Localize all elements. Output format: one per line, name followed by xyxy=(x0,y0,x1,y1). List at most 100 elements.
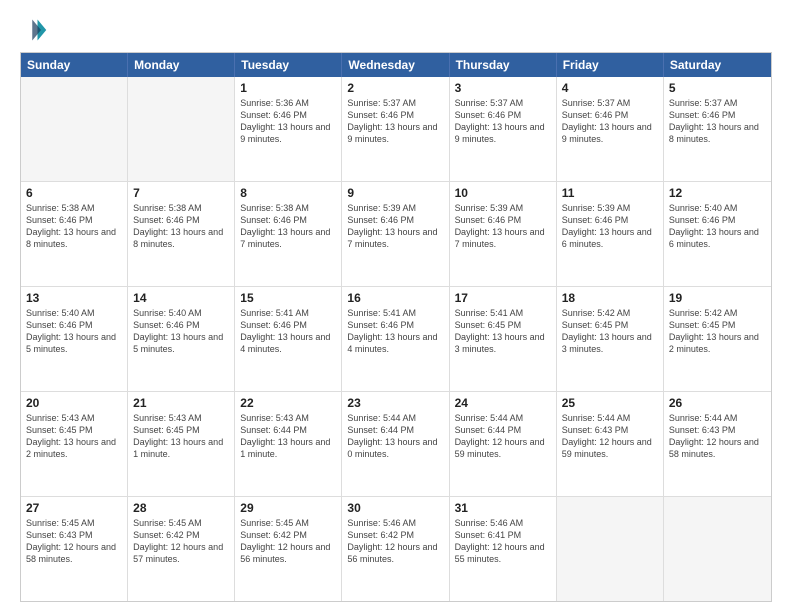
day-number: 10 xyxy=(455,186,551,200)
empty-cell xyxy=(21,77,128,181)
header-day-monday: Monday xyxy=(128,53,235,77)
day-number: 21 xyxy=(133,396,229,410)
empty-cell xyxy=(664,497,771,601)
day-info: Sunrise: 5:38 AM Sunset: 6:46 PM Dayligh… xyxy=(26,202,122,251)
day-info: Sunrise: 5:41 AM Sunset: 6:45 PM Dayligh… xyxy=(455,307,551,356)
day-cell-4: 4 Sunrise: 5:37 AM Sunset: 6:46 PM Daylig… xyxy=(557,77,664,181)
day-info: Sunrise: 5:37 AM Sunset: 6:46 PM Dayligh… xyxy=(562,97,658,146)
day-info: Sunrise: 5:45 AM Sunset: 6:42 PM Dayligh… xyxy=(240,517,336,566)
day-number: 20 xyxy=(26,396,122,410)
day-info: Sunrise: 5:43 AM Sunset: 6:45 PM Dayligh… xyxy=(26,412,122,461)
day-cell-9: 9 Sunrise: 5:39 AM Sunset: 6:46 PM Daylig… xyxy=(342,182,449,286)
day-cell-23: 23Sunrise: 5:44 AM Sunset: 6:44 PM Dayli… xyxy=(342,392,449,496)
day-info: Sunrise: 5:41 AM Sunset: 6:46 PM Dayligh… xyxy=(347,307,443,356)
day-number: 24 xyxy=(455,396,551,410)
day-number: 13 xyxy=(26,291,122,305)
calendar-row-5: 27 Sunrise: 5:45 AM Sunset: 6:43 PM Dayli… xyxy=(21,497,771,601)
day-info: Sunrise: 5:43 AM Sunset: 6:44 PM Dayligh… xyxy=(240,412,336,461)
day-cell-14: 14 Sunrise: 5:40 AM Sunset: 6:46 PM Dayli… xyxy=(128,287,235,391)
day-cell-20: 20 Sunrise: 5:43 AM Sunset: 6:45 PM Dayli… xyxy=(21,392,128,496)
day-cell-13: 13 Sunrise: 5:40 AM Sunset: 6:46 PM Dayli… xyxy=(21,287,128,391)
day-cell-8: 8 Sunrise: 5:38 AM Sunset: 6:46 PM Daylig… xyxy=(235,182,342,286)
day-info: Sunrise: 5:45 AM Sunset: 6:42 PM Dayligh… xyxy=(133,517,229,566)
header-day-friday: Friday xyxy=(557,53,664,77)
day-info: Sunrise: 5:37 AM Sunset: 6:46 PM Dayligh… xyxy=(347,97,443,146)
day-info: Sunrise: 5:39 AM Sunset: 6:46 PM Dayligh… xyxy=(562,202,658,251)
day-number: 5 xyxy=(669,81,766,95)
logo xyxy=(20,16,52,44)
day-cell-15: 15 Sunrise: 5:41 AM Sunset: 6:46 PM Dayli… xyxy=(235,287,342,391)
calendar: SundayMondayTuesdayWednesdayThursdayFrid… xyxy=(20,52,772,602)
day-cell-10: 10Sunrise: 5:39 AM Sunset: 6:46 PM Dayli… xyxy=(450,182,557,286)
day-cell-18: 18Sunrise: 5:42 AM Sunset: 6:45 PM Dayli… xyxy=(557,287,664,391)
day-cell-17: 17Sunrise: 5:41 AM Sunset: 6:45 PM Dayli… xyxy=(450,287,557,391)
day-number: 27 xyxy=(26,501,122,515)
day-cell-5: 5 Sunrise: 5:37 AM Sunset: 6:46 PM Daylig… xyxy=(664,77,771,181)
header xyxy=(20,16,772,44)
day-info: Sunrise: 5:46 AM Sunset: 6:42 PM Dayligh… xyxy=(347,517,443,566)
day-info: Sunrise: 5:40 AM Sunset: 6:46 PM Dayligh… xyxy=(133,307,229,356)
day-cell-6: 6 Sunrise: 5:38 AM Sunset: 6:46 PM Daylig… xyxy=(21,182,128,286)
day-info: Sunrise: 5:38 AM Sunset: 6:46 PM Dayligh… xyxy=(240,202,336,251)
calendar-row-1: 1Sunrise: 5:36 AM Sunset: 6:46 PM Daylig… xyxy=(21,77,771,182)
day-number: 22 xyxy=(240,396,336,410)
calendar-row-3: 13 Sunrise: 5:40 AM Sunset: 6:46 PM Dayli… xyxy=(21,287,771,392)
day-number: 15 xyxy=(240,291,336,305)
day-number: 6 xyxy=(26,186,122,200)
day-number: 9 xyxy=(347,186,443,200)
day-cell-7: 7 Sunrise: 5:38 AM Sunset: 6:46 PM Daylig… xyxy=(128,182,235,286)
day-info: Sunrise: 5:39 AM Sunset: 6:46 PM Dayligh… xyxy=(347,202,443,251)
day-info: Sunrise: 5:40 AM Sunset: 6:46 PM Dayligh… xyxy=(26,307,122,356)
day-cell-22: 22 Sunrise: 5:43 AM Sunset: 6:44 PM Dayli… xyxy=(235,392,342,496)
day-number: 12 xyxy=(669,186,766,200)
day-cell-1: 1Sunrise: 5:36 AM Sunset: 6:46 PM Daylig… xyxy=(235,77,342,181)
day-cell-19: 19Sunrise: 5:42 AM Sunset: 6:45 PM Dayli… xyxy=(664,287,771,391)
day-info: Sunrise: 5:46 AM Sunset: 6:41 PM Dayligh… xyxy=(455,517,551,566)
day-number: 23 xyxy=(347,396,443,410)
day-info: Sunrise: 5:40 AM Sunset: 6:46 PM Dayligh… xyxy=(669,202,766,251)
day-number: 29 xyxy=(240,501,336,515)
calendar-header: SundayMondayTuesdayWednesdayThursdayFrid… xyxy=(21,53,771,77)
page: SundayMondayTuesdayWednesdayThursdayFrid… xyxy=(0,0,792,612)
day-number: 28 xyxy=(133,501,229,515)
day-cell-2: 2 Sunrise: 5:37 AM Sunset: 6:46 PM Daylig… xyxy=(342,77,449,181)
day-cell-29: 29 Sunrise: 5:45 AM Sunset: 6:42 PM Dayli… xyxy=(235,497,342,601)
calendar-row-2: 6 Sunrise: 5:38 AM Sunset: 6:46 PM Daylig… xyxy=(21,182,771,287)
calendar-row-4: 20 Sunrise: 5:43 AM Sunset: 6:45 PM Dayli… xyxy=(21,392,771,497)
day-info: Sunrise: 5:38 AM Sunset: 6:46 PM Dayligh… xyxy=(133,202,229,251)
day-info: Sunrise: 5:43 AM Sunset: 6:45 PM Dayligh… xyxy=(133,412,229,461)
day-number: 3 xyxy=(455,81,551,95)
day-cell-3: 3 Sunrise: 5:37 AM Sunset: 6:46 PM Daylig… xyxy=(450,77,557,181)
day-cell-11: 11 Sunrise: 5:39 AM Sunset: 6:46 PM Dayli… xyxy=(557,182,664,286)
day-number: 16 xyxy=(347,291,443,305)
day-number: 14 xyxy=(133,291,229,305)
header-day-tuesday: Tuesday xyxy=(235,53,342,77)
day-number: 19 xyxy=(669,291,766,305)
day-info: Sunrise: 5:41 AM Sunset: 6:46 PM Dayligh… xyxy=(240,307,336,356)
day-info: Sunrise: 5:37 AM Sunset: 6:46 PM Dayligh… xyxy=(455,97,551,146)
day-cell-16: 16 Sunrise: 5:41 AM Sunset: 6:46 PM Dayli… xyxy=(342,287,449,391)
day-cell-28: 28 Sunrise: 5:45 AM Sunset: 6:42 PM Dayli… xyxy=(128,497,235,601)
day-number: 4 xyxy=(562,81,658,95)
day-number: 18 xyxy=(562,291,658,305)
day-info: Sunrise: 5:44 AM Sunset: 6:44 PM Dayligh… xyxy=(455,412,551,461)
day-number: 11 xyxy=(562,186,658,200)
calendar-body: 1Sunrise: 5:36 AM Sunset: 6:46 PM Daylig… xyxy=(21,77,771,601)
day-number: 25 xyxy=(562,396,658,410)
logo-icon xyxy=(20,16,48,44)
day-info: Sunrise: 5:45 AM Sunset: 6:43 PM Dayligh… xyxy=(26,517,122,566)
empty-cell xyxy=(557,497,664,601)
day-cell-24: 24 Sunrise: 5:44 AM Sunset: 6:44 PM Dayli… xyxy=(450,392,557,496)
day-info: Sunrise: 5:36 AM Sunset: 6:46 PM Dayligh… xyxy=(240,97,336,146)
day-info: Sunrise: 5:37 AM Sunset: 6:46 PM Dayligh… xyxy=(669,97,766,146)
header-day-thursday: Thursday xyxy=(450,53,557,77)
day-cell-12: 12 Sunrise: 5:40 AM Sunset: 6:46 PM Dayli… xyxy=(664,182,771,286)
day-number: 8 xyxy=(240,186,336,200)
header-day-sunday: Sunday xyxy=(21,53,128,77)
day-number: 7 xyxy=(133,186,229,200)
day-cell-21: 21 Sunrise: 5:43 AM Sunset: 6:45 PM Dayli… xyxy=(128,392,235,496)
empty-cell xyxy=(128,77,235,181)
day-info: Sunrise: 5:44 AM Sunset: 6:43 PM Dayligh… xyxy=(562,412,658,461)
day-number: 2 xyxy=(347,81,443,95)
day-cell-25: 25 Sunrise: 5:44 AM Sunset: 6:43 PM Dayli… xyxy=(557,392,664,496)
